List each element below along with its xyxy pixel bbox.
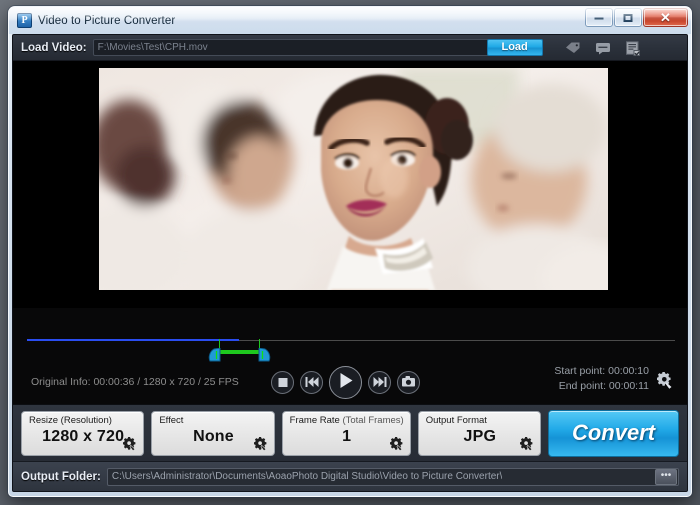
- gear-icon-svg: [519, 436, 533, 451]
- camera-icon: [401, 374, 416, 392]
- video-path-value: F:\Movies\Test\CPH.mov: [97, 42, 208, 53]
- cut-handle-end-icon: [258, 347, 271, 362]
- register-icon[interactable]: [625, 40, 641, 56]
- window-controls: ✕: [585, 8, 688, 27]
- desktop-backdrop: Video to Picture Converter ✕ Load Video:…: [0, 0, 700, 505]
- timeline-zone: Original Info: 00:00:36 / 1280 x 720 / 2…: [13, 308, 687, 404]
- resize-gear-icon[interactable]: [123, 436, 138, 452]
- cut-handle-start[interactable]: [208, 347, 221, 362]
- output-folder-value: C:\Users\Administrator\Documents\AoaoPho…: [111, 471, 503, 482]
- frame-rate-title-sub: (Total Frames): [342, 414, 404, 426]
- close-icon: ✕: [660, 9, 671, 25]
- play-button[interactable]: [329, 366, 362, 399]
- comment-icon-svg: [595, 42, 610, 54]
- snapshot-button[interactable]: [397, 371, 420, 394]
- gear-icon-svg: [656, 371, 672, 389]
- end-point-label: End point: 00:00:11: [558, 380, 649, 392]
- convert-button-label: Convert: [571, 420, 656, 445]
- window-title: Video to Picture Converter: [38, 14, 176, 27]
- output-format-value: JPG: [463, 427, 497, 445]
- title-bar[interactable]: Video to Picture Converter ✕: [9, 7, 691, 34]
- maximize-button[interactable]: [614, 8, 642, 27]
- comment-icon[interactable]: [595, 41, 611, 55]
- output-folder-label: Output Folder:: [21, 470, 101, 483]
- minimize-icon: [594, 16, 604, 19]
- output-folder-input[interactable]: C:\Users\Administrator\Documents\AoaoPho…: [106, 467, 679, 486]
- cut-handle-start-icon: [208, 347, 221, 362]
- next-frame-button[interactable]: [368, 371, 391, 394]
- load-video-label: Load Video:: [21, 41, 87, 54]
- effect-value: None: [193, 427, 234, 445]
- original-info-label: Original Info: 00:00:36 / 1280 x 720 / 2…: [31, 376, 239, 388]
- frame-rate-gear-icon[interactable]: [389, 436, 405, 452]
- close-button[interactable]: ✕: [643, 8, 688, 27]
- next-icon: [373, 374, 386, 392]
- frame-rate-card[interactable]: Frame Rate (Total Frames) 1: [281, 410, 411, 456]
- gear-icon-svg: [389, 436, 403, 451]
- cut-range-bar[interactable]: [219, 350, 260, 354]
- effect-title: Effect: [159, 414, 184, 426]
- register-icon-svg: [625, 40, 640, 56]
- toolbar-icons: [565, 40, 641, 56]
- stop-button[interactable]: [271, 371, 294, 394]
- tag-icon[interactable]: [565, 41, 581, 55]
- convert-button[interactable]: Convert: [548, 409, 680, 457]
- time-points: Start point: 00:00:10 End point: 00:00:1…: [554, 364, 649, 394]
- video-preview-stage: [13, 61, 687, 308]
- effect-card[interactable]: Effect None: [151, 410, 275, 456]
- timeline-progress: [27, 339, 239, 341]
- gear-icon-svg: [253, 436, 267, 451]
- load-video-bar: Load Video: F:\Movies\Test\CPH.mov Load: [13, 35, 687, 61]
- gear-icon-svg: [123, 436, 136, 451]
- previous-frame-button[interactable]: [300, 371, 323, 394]
- resize-resolution-value: 1280 x 720: [42, 427, 125, 445]
- app-logo-icon: [17, 13, 32, 29]
- output-format-gear-icon[interactable]: [519, 436, 535, 452]
- play-icon: [339, 372, 352, 393]
- application-window: Video to Picture Converter ✕ Load Video:…: [8, 6, 692, 497]
- output-format-card[interactable]: Output Format JPG: [417, 410, 542, 456]
- resize-resolution-title: Resize (Resolution): [29, 414, 112, 426]
- application-body: Load Video: F:\Movies\Test\CPH.mov Load: [12, 34, 688, 492]
- frame-rate-value: 1: [342, 427, 352, 445]
- video-preview-frame[interactable]: [99, 68, 608, 290]
- load-button[interactable]: Load: [486, 39, 543, 56]
- minimize-button[interactable]: [585, 8, 613, 27]
- settings-strip: Resize (Resolution) 1280 x 720 Effect No…: [13, 404, 687, 461]
- frame-rate-title: Frame Rate (Total Frames): [290, 415, 404, 426]
- browse-folder-button[interactable]: •••: [655, 468, 677, 485]
- resize-resolution-card[interactable]: Resize (Resolution) 1280 x 720: [21, 410, 145, 456]
- previous-icon: [305, 374, 318, 392]
- output-folder-row: Output Folder: C:\Users\Administrator\Do…: [13, 461, 687, 491]
- video-preview-image: [99, 68, 608, 290]
- start-point-label: Start point: 00:00:10: [554, 365, 649, 377]
- maximize-icon: [623, 13, 633, 22]
- stop-icon: [278, 374, 287, 392]
- effect-gear-icon[interactable]: [253, 436, 269, 452]
- output-format-title: Output Format: [425, 414, 487, 426]
- cut-handle-end[interactable]: [258, 347, 271, 362]
- video-path-input[interactable]: F:\Movies\Test\CPH.mov Load: [92, 39, 543, 56]
- tag-icon-svg: [565, 42, 580, 53]
- set-time-gear-icon[interactable]: [656, 371, 675, 390]
- frame-rate-title-main: Frame Rate: [289, 414, 343, 426]
- transport-controls: [271, 366, 420, 399]
